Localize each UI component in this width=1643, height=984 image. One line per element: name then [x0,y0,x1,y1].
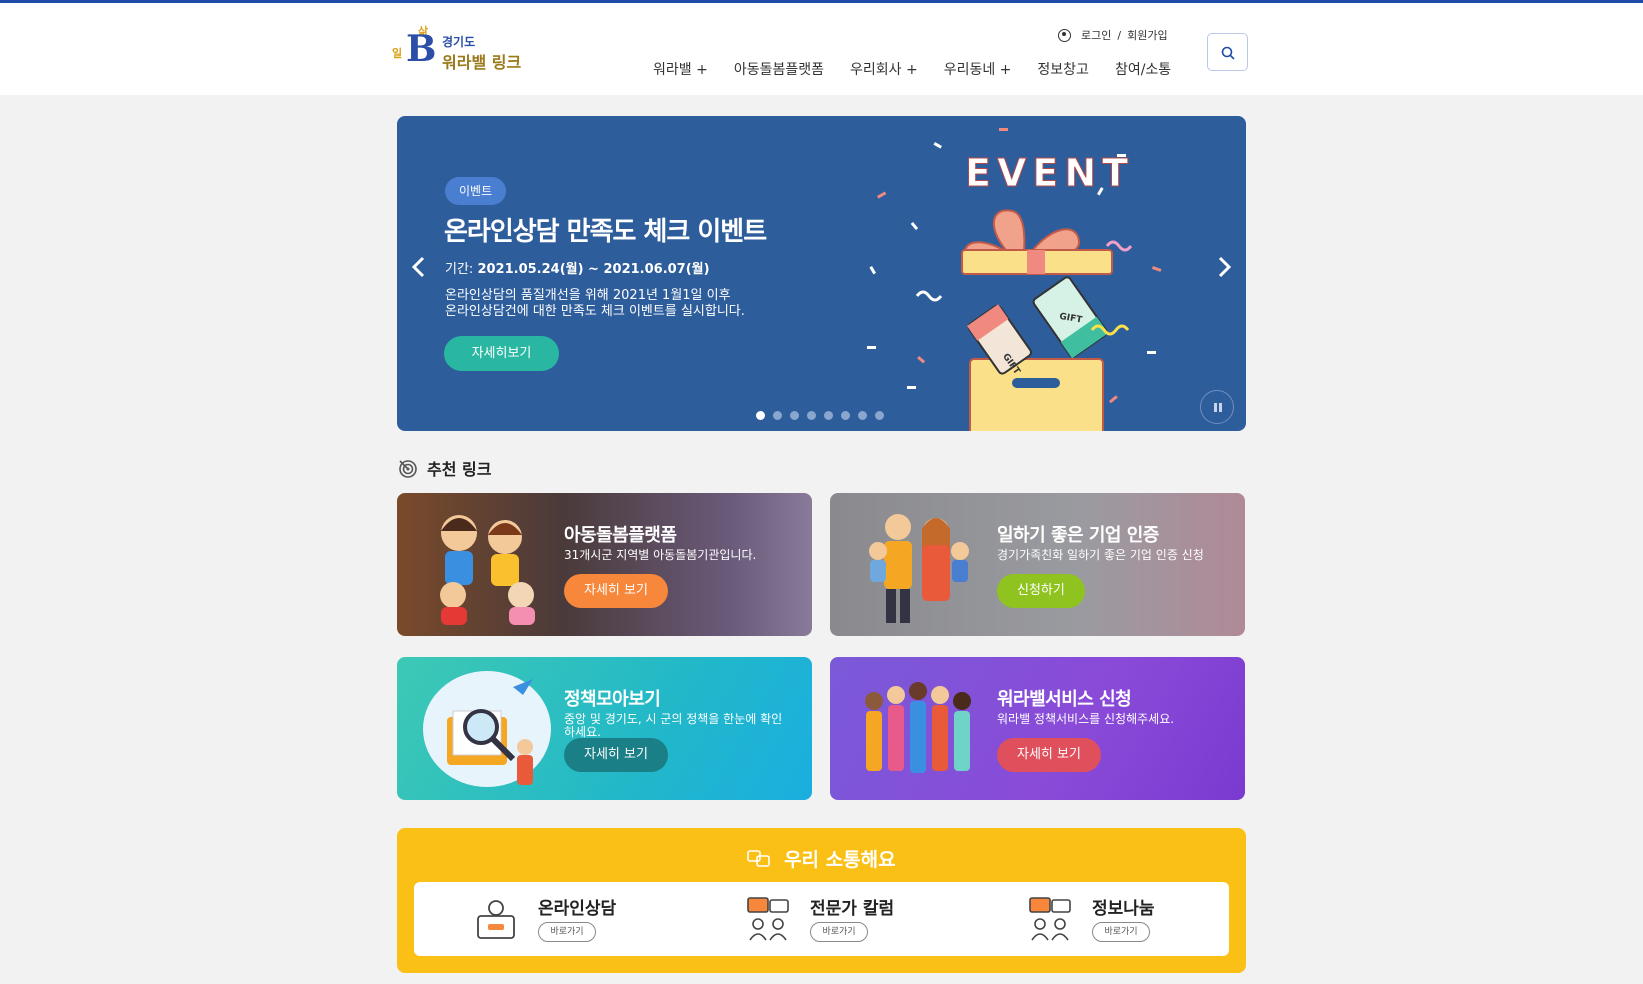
recommend-section-title: 추천 링크 [397,456,491,480]
target-icon [399,460,417,478]
main-nav: 워라밸 + 아동돌봄플랫폼 우리회사 + 우리동네 + 정보창고 참여/소통 [640,59,1184,79]
card-worklife-service-title: 워라밸서비스 신청 [997,689,1132,710]
banner-description: 온라인상담의 품질개선을 위해 2021년 1월1일 이후 온라인상담건에 대한… [445,288,805,320]
banner-more-button[interactable]: 자세히보기 [444,336,559,371]
info-sharing-label: 정보나눔 [1092,899,1155,919]
card-family-company[interactable]: 일하기 좋은 기업 인증 경기가족친화 일하기 좋은 기업 인증 신청 신청하기 [830,493,1245,636]
banner-period-value: 2021.05.24(월) ~ 2021.06.07(월) [477,262,710,277]
logo-mark-side: 일 [392,47,403,60]
banner-period: 기간: 2021.05.24(월) ~ 2021.06.07(월) [445,258,710,277]
children-illustration [440,515,535,625]
recommend-title-text: 추천 링크 [427,460,492,479]
communication-title-text: 우리 소통해요 [784,849,896,871]
login-link[interactable]: 로그인 [1081,27,1111,43]
communication-links: 온라인상담 바로가기 전문가 칼럼 바로가기 정보나눔 바로가기 [414,882,1229,956]
info-sharing-go-button[interactable]: 바로가기 [1092,922,1150,942]
slide-dot[interactable] [858,411,867,420]
nav-item-neighborhood[interactable]: 우리동네 + [931,59,1025,79]
card-family-company-desc: 경기가족친화 일하기 좋은 기업 인증 신청 [997,548,1204,562]
card-childcare[interactable]: 아동돌봄플랫폼 31개시군 지역별 아동돌봄기관입니다. 자세히 보기 [397,493,812,636]
signup-link[interactable]: 회원가입 [1127,27,1167,43]
slide-dot[interactable] [824,411,833,420]
banner-title: 온라인상담 만족도 체크 이벤트 [444,217,767,247]
nav-item-worklife[interactable]: 워라밸 + [640,59,721,79]
card-family-company-button[interactable]: 신청하기 [997,574,1085,608]
policy-magnifier-illustration [423,671,551,787]
banner-tag: 이벤트 [445,177,507,205]
banner-period-label: 기간: [445,262,474,277]
family-illustration [869,514,969,623]
slide-indicator [756,411,884,420]
chat-bubbles-icon [747,850,771,867]
card-worklife-service-button[interactable]: 자세히 보기 [997,738,1101,772]
card-worklife-service[interactable]: 워라밸서비스 신청 워라밸 정책서비스를 신청해주세요. 자세히 보기 [830,657,1245,800]
search-icon [1221,46,1235,60]
slide-dot[interactable] [756,411,765,420]
main-event-banner: 이벤트 온라인상담 만족도 체크 이벤트 기간: 2021.05.24(월) ~… [397,116,1246,431]
online-consult-go-button[interactable]: 바로가기 [538,922,596,942]
utility-menu: 로그인 / 회원가입 [1058,27,1168,43]
online-consult-label: 온라인상담 [538,899,617,919]
slide-dot[interactable] [807,411,816,420]
search-button[interactable] [1207,33,1248,71]
event-gift-illustration: EVENT GIFT GIFT [867,128,1162,431]
card-worklife-service-desc: 워라밸 정책서비스를 신청해주세요. [997,712,1175,726]
expert-column-label: 전문가 칼럼 [810,899,895,919]
logo-region: 경기도 [442,35,476,49]
communication-title: 우리 소통해요 [397,845,1246,872]
site-logo[interactable]: 삶 일 B 경기도 워라밸 링크 [392,25,532,73]
user-icon [1058,28,1071,42]
card-childcare-title: 아동돌봄플랫폼 [564,525,677,546]
logo-emblem: B [406,28,437,70]
slide-dot[interactable] [790,411,799,420]
logo-name: 워라밸 링크 [442,53,522,72]
info-sharing-icon [1029,897,1071,941]
expert-column-go-button[interactable]: 바로가기 [810,922,868,942]
online-consult-icon [477,900,515,939]
card-family-company-title: 일하기 좋은 기업 인증 [997,525,1159,546]
nav-item-childcare[interactable]: 아동돌봄플랫폼 [721,59,837,79]
nav-item-participation[interactable]: 참여/소통 [1102,59,1184,79]
card-policy[interactable]: 정책모아보기 중앙 및 경기도, 시 군의 정책을 한눈에 확인하세요. 자세히… [397,657,812,800]
card-policy-button[interactable]: 자세히 보기 [564,738,668,772]
expert-column-icon [747,897,789,941]
nav-item-company[interactable]: 우리회사 + [837,59,931,79]
people-group-illustration [865,682,971,773]
prev-slide-arrow-icon[interactable] [409,254,429,280]
card-childcare-button[interactable]: 자세히 보기 [564,574,668,608]
slide-dot[interactable] [875,411,884,420]
card-childcare-desc: 31개시군 지역별 아동돌봄기관입니다. [564,548,757,562]
card-policy-desc: 중앙 및 경기도, 시 군의 정책을 한눈에 확인하세요. [564,712,783,739]
communication-section: 우리 소통해요 온라인상담 바로가기 전문가 칼럼 바로가기 정보나눔 바로가기 [397,828,1246,973]
pause-icon[interactable] [1200,390,1234,424]
slide-dot[interactable] [841,411,850,420]
event-text: EVENT [965,151,1134,195]
nav-item-info[interactable]: 정보창고 [1024,59,1102,79]
site-header: 삶 일 B 경기도 워라밸 링크 로그인 / 회원가입 워라밸 + 아동돌봄플랫… [0,3,1643,95]
banner-desc-line2: 온라인상담건에 대한 만족도 체크 이벤트를 실시합니다. [445,304,745,319]
util-separator: / [1117,28,1122,42]
slide-dot[interactable] [773,411,782,420]
banner-desc-line1: 온라인상담의 품질개선을 위해 2021년 1월1일 이후 [445,288,731,303]
card-policy-title: 정책모아보기 [564,689,661,710]
